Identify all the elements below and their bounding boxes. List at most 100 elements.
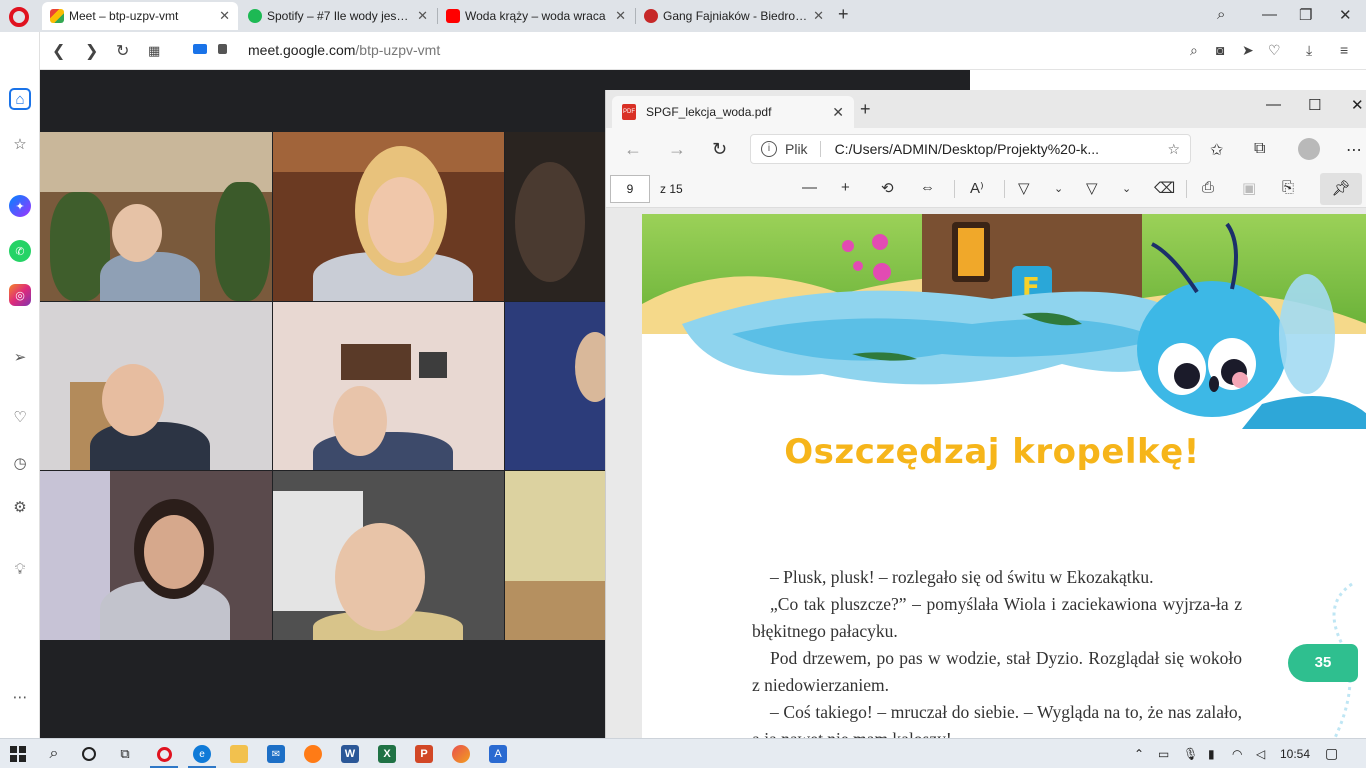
new-tab-button[interactable]: + <box>838 4 849 25</box>
video-tile[interactable] <box>40 302 272 470</box>
read-aloud-icon[interactable]: A⁾ <box>970 179 984 197</box>
wifi-icon[interactable]: ◠ <box>1232 747 1242 761</box>
microphone-icon[interactable]: 🎙︎ <box>1183 747 1198 761</box>
settings-icon[interactable]: ⚙ <box>9 496 31 518</box>
mail-icon[interactable]: ✉ <box>267 745 285 763</box>
pdf-viewer[interactable]: F Oszczędzaj kropelkę! – Plusk, plusk! –… <box>606 208 1366 738</box>
tab-pdf[interactable]: PDF SPGF_lekcja_woda.pdf ✕ <box>612 96 854 128</box>
close-window-icon[interactable]: ✕ <box>1351 96 1364 114</box>
app-icon[interactable]: A <box>489 745 507 763</box>
video-tile[interactable] <box>505 132 605 301</box>
tab-search-icon[interactable]: ⌕ <box>1217 6 1225 23</box>
rotate-icon[interactable]: ⟲ <box>881 179 894 197</box>
avatar[interactable] <box>1298 138 1320 160</box>
history-icon[interactable]: ◷ <box>9 452 31 474</box>
tab-meet[interactable]: Meet – btp-uzpv-vmt ✕ <box>42 2 238 30</box>
url-field[interactable]: meet.google.com/btp-uzpv-vmt <box>248 42 440 58</box>
windows-start-icon[interactable] <box>9 745 27 763</box>
pin-toolbar-icon[interactable]: 📌︎ <box>1320 173 1362 205</box>
page-number-input[interactable]: 9 <box>610 175 650 203</box>
info-icon[interactable]: i <box>761 141 777 157</box>
firefox-icon[interactable] <box>304 745 322 763</box>
download-icon[interactable]: ⤓ <box>1306 42 1312 59</box>
file-explorer-icon[interactable] <box>230 745 248 763</box>
tab-spotify[interactable]: Spotify – #7 Ile wody jest na ✕ <box>240 2 436 30</box>
edge-icon[interactable]: e <box>193 745 211 763</box>
messenger-icon[interactable]: ✦ <box>9 195 31 217</box>
video-tile[interactable] <box>273 302 504 470</box>
opera-icon[interactable] <box>155 745 173 763</box>
close-tab-icon[interactable]: ✕ <box>219 8 230 24</box>
chevron-down-icon[interactable]: ⌄ <box>1054 182 1063 195</box>
collections-icon[interactable]: ⧉ <box>1254 140 1265 158</box>
eraser-icon[interactable]: ⌫ <box>1154 179 1175 197</box>
close-tab-icon[interactable]: ✕ <box>417 8 428 24</box>
opera-logo-icon[interactable] <box>9 7 29 27</box>
zoom-out-icon[interactable]: — <box>802 179 817 196</box>
video-tile[interactable] <box>273 471 504 640</box>
maximize-icon[interactable]: ☐ <box>1308 96 1321 114</box>
heart-icon[interactable]: ♡ <box>1268 42 1281 59</box>
new-tab-button[interactable]: + <box>860 99 871 120</box>
forward-icon[interactable]: ❯ <box>85 41 98 61</box>
fit-page-icon[interactable]: ⇔ <box>920 179 935 196</box>
minimize-icon[interactable]: — <box>1266 96 1281 113</box>
pdf-address-field[interactable]: i Plik C:/Users/ADMIN/Desktop/Projekty%2… <box>750 134 1191 164</box>
minimize-icon[interactable]: — <box>1262 6 1277 23</box>
video-tile[interactable] <box>273 132 504 301</box>
forward-icon[interactable]: → <box>668 139 686 160</box>
instagram-icon[interactable]: ◎ <box>9 284 31 306</box>
task-view-icon[interactable]: ⧉ <box>116 745 134 763</box>
lightbulb-icon[interactable]: 💡︎ <box>9 558 31 580</box>
close-tab-icon[interactable]: ✕ <box>615 8 626 24</box>
print-icon[interactable]: ⎙ <box>1202 179 1214 196</box>
send-icon[interactable]: ➤ <box>1242 42 1254 59</box>
camera-icon[interactable] <box>193 44 207 54</box>
speed-dial-icon[interactable]: ▦ <box>148 43 160 59</box>
excel-icon[interactable]: X <box>378 745 396 763</box>
chevron-down-icon[interactable]: ⌄ <box>1122 182 1131 195</box>
video-tile[interactable] <box>505 302 605 470</box>
meet-now-icon[interactable]: ▭ <box>1158 747 1169 761</box>
star-icon[interactable]: ☆ <box>9 133 31 155</box>
zoom-icon[interactable]: ⌕ <box>1190 42 1198 59</box>
clock[interactable]: 10:54 <box>1280 747 1310 761</box>
close-tab-icon[interactable]: ✕ <box>832 104 844 121</box>
volume-icon[interactable]: ◁ <box>1256 747 1265 761</box>
snapshot-icon[interactable]: ◙ <box>1216 42 1224 58</box>
video-tile[interactable] <box>40 471 272 640</box>
tab-biedronka[interactable]: Gang Fajniaków - Biedronka ✕ <box>636 2 832 30</box>
search-icon[interactable]: ⌕ <box>45 745 63 763</box>
word-icon[interactable]: W <box>341 745 359 763</box>
powerpoint-icon[interactable]: P <box>415 745 433 763</box>
back-icon[interactable]: ❮ <box>52 41 65 61</box>
save-icon[interactable]: ▣ <box>1242 179 1256 197</box>
whatsapp-icon[interactable]: ✆ <box>9 240 31 262</box>
back-icon[interactable]: ← <box>624 139 642 160</box>
lock-icon[interactable] <box>218 44 227 54</box>
cortana-icon[interactable] <box>80 745 98 763</box>
restore-icon[interactable]: ❐ <box>1299 6 1312 24</box>
favorite-star-icon[interactable]: ☆ <box>1167 141 1180 158</box>
reload-icon[interactable]: ↻ <box>116 41 129 61</box>
menu-icon[interactable]: ≡ <box>1340 42 1348 58</box>
zoom-in-icon[interactable]: + <box>841 179 850 196</box>
close-tab-icon[interactable]: ✕ <box>813 8 824 24</box>
more-icon[interactable]: ⋯ <box>9 686 31 708</box>
highlight-icon[interactable]: ▽ <box>1086 179 1098 197</box>
paint-icon[interactable] <box>452 745 470 763</box>
send-icon[interactable]: ➢ <box>9 346 31 368</box>
heart-icon[interactable]: ♡ <box>9 406 31 428</box>
save-as-icon[interactable]: ⎘ <box>1282 179 1294 196</box>
home-icon[interactable]: ⌂ <box>9 88 31 110</box>
draw-icon[interactable]: ▽ <box>1018 179 1030 197</box>
more-icon[interactable]: ⋯ <box>1346 140 1362 160</box>
battery-icon[interactable]: ▮ <box>1208 747 1215 761</box>
notification-icon[interactable]: ▢ <box>1325 745 1338 762</box>
tab-youtube[interactable]: Woda krąży – woda wraca ✕ <box>438 2 634 30</box>
video-tile[interactable] <box>505 471 605 640</box>
video-tile[interactable] <box>40 132 272 301</box>
chevron-up-icon[interactable]: ⌃ <box>1134 747 1144 761</box>
favorites-icon[interactable]: ✩ <box>1210 140 1223 160</box>
reload-icon[interactable]: ↻ <box>712 139 727 160</box>
